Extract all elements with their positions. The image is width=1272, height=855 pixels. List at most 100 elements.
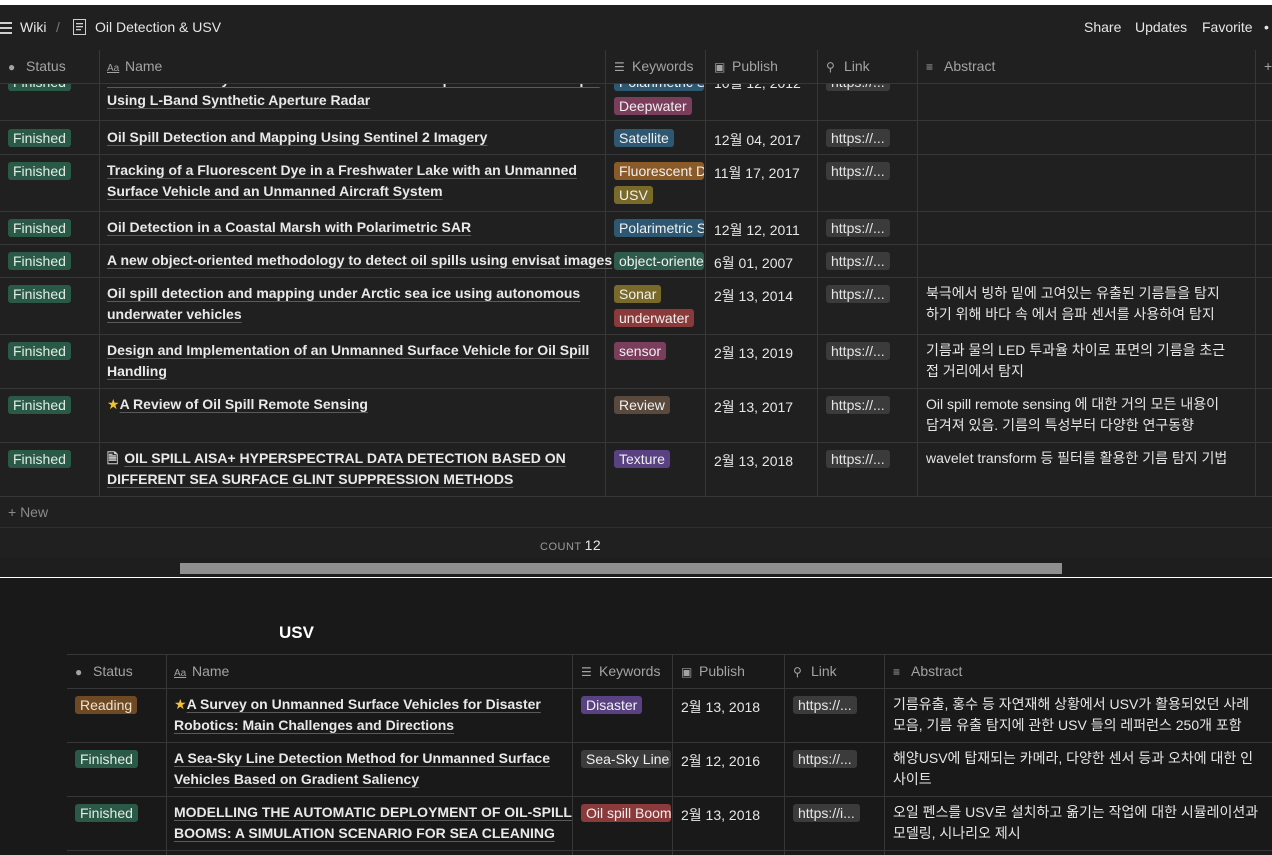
link-value[interactable]: https://i... xyxy=(793,804,860,822)
status-badge[interactable]: Finished xyxy=(8,219,71,237)
column-header-name[interactable]: Aa Name xyxy=(107,58,162,74)
keyword-tag[interactable]: sensor xyxy=(614,342,667,360)
link-value[interactable]: https://... xyxy=(793,696,857,714)
breadcrumb-separator: / xyxy=(56,19,60,35)
link-value[interactable]: https://... xyxy=(826,450,890,468)
link-value[interactable]: https://... xyxy=(826,129,890,147)
keyword-tag[interactable]: Texture xyxy=(614,450,670,468)
new-row-button[interactable]: + New xyxy=(0,497,1272,528)
add-column-button[interactable]: + xyxy=(1264,58,1272,74)
link-value[interactable]: https://... xyxy=(793,750,857,768)
keyword-tag[interactable]: underwater xyxy=(614,309,695,327)
status-badge[interactable]: Finished xyxy=(8,162,71,180)
table-row[interactable]: Finished Oil Detection in a Coastal Mars… xyxy=(0,211,1272,245)
link-value[interactable]: https://... xyxy=(826,342,890,360)
star-icon: ★ xyxy=(174,696,187,712)
favorite-button[interactable]: Favorite xyxy=(1202,19,1253,35)
keyword-tag[interactable]: Polarimetric S xyxy=(614,219,704,237)
column-header-status[interactable]: ● Status xyxy=(75,663,133,679)
breadcrumb-page-title[interactable]: Oil Detection & USV xyxy=(95,19,221,35)
row-name[interactable]: Oil Detection in a Coastal Marsh with Po… xyxy=(107,217,471,238)
abstract-text: 오일 펜스를 USV로 설치하고 옮기는 작업에 대한 시뮬레이션과 모델링, 시… xyxy=(893,804,1259,841)
status-badge[interactable]: Finished xyxy=(8,342,71,360)
column-header-status[interactable]: ● Status xyxy=(8,58,66,74)
column-header-publish[interactable]: ▣ Publish xyxy=(681,663,745,679)
column-header-link[interactable]: ⚲ Link xyxy=(826,58,870,74)
publish-date: 11월 17, 2017 xyxy=(714,165,800,181)
status-icon: ● xyxy=(8,60,16,74)
row-name[interactable]: Oil Spill Detection and Mapping Using Se… xyxy=(107,127,487,148)
row-name[interactable]: MODELLING THE AUTOMATIC DEPLOYMENT OF OI… xyxy=(174,802,572,844)
status-badge[interactable]: Finished xyxy=(8,129,71,147)
link-icon: ⚲ xyxy=(826,60,835,74)
table-row[interactable]: Reading ★A Survey on Unmanned Surface Ve… xyxy=(67,688,1272,743)
table-row[interactable]: Finished Tracking of a Fluorescent Dye i… xyxy=(0,154,1272,212)
keyword-tag[interactable]: Fluorescent D xyxy=(614,162,704,180)
keyword-tag[interactable]: Sonar xyxy=(614,285,662,303)
link-value[interactable]: https://... xyxy=(826,285,890,303)
row-name[interactable]: A Sea-Sky Line Detection Method for Unma… xyxy=(174,748,550,790)
column-header-publish[interactable]: ▣ Publish xyxy=(714,58,778,74)
row-name[interactable]: A new object-oriented methodology to det… xyxy=(107,250,612,271)
keyword-tag[interactable]: Oil spill Boom xyxy=(581,804,671,822)
breadcrumb-wiki[interactable]: Wiki xyxy=(20,19,46,35)
link-value[interactable]: https://... xyxy=(826,252,890,270)
row-name[interactable]: ★A Review of Oil Spill Remote Sensing xyxy=(107,394,368,415)
status-badge[interactable]: Finished xyxy=(75,750,138,768)
list-icon: ☰ xyxy=(581,665,592,679)
text-icon: Aa xyxy=(174,668,187,679)
link-value[interactable]: https://... xyxy=(826,162,890,180)
top-bar: Wiki / Oil Detection & USV Share Updates… xyxy=(0,5,1272,50)
row-name[interactable]: Oil spill detection and mapping under Ar… xyxy=(107,283,580,325)
keyword-tag[interactable]: Sea-Sky Line D xyxy=(581,750,671,768)
status-badge[interactable]: Finished xyxy=(8,285,71,303)
publish-date: 2월 13, 2014 xyxy=(714,288,794,304)
table-row[interactable]: Finished MODELLING THE AUTOMATIC DEPLOYM… xyxy=(67,796,1272,851)
row-name[interactable]: 🗎 OIL SPILL AISA+ HYPERSPECTRAL DATA DETE… xyxy=(107,448,566,490)
column-header-keywords[interactable]: ☰ Keywords xyxy=(581,663,660,679)
publish-date: 6월 01, 2007 xyxy=(714,255,794,271)
status-icon: ● xyxy=(75,665,83,679)
column-header-abstract[interactable]: ≡ Abstract xyxy=(926,58,995,74)
share-button[interactable]: Share xyxy=(1084,19,1121,35)
keyword-tag[interactable]: object-oriente xyxy=(614,252,704,270)
keyword-tag[interactable]: Deepwater xyxy=(614,97,692,115)
column-header-abstract[interactable]: ≡ Abstract xyxy=(893,663,962,679)
publish-date: 2월 13, 2018 xyxy=(681,699,761,715)
table-row[interactable]: Finished 🗎 OIL SPILL AISA+ HYPERSPECTRAL … xyxy=(0,442,1272,497)
table-row[interactable]: Finished ★A Review of Oil Spill Remote S… xyxy=(0,388,1272,443)
scrollbar-thumb[interactable] xyxy=(180,563,1062,574)
more-button[interactable]: • xyxy=(1264,19,1269,35)
status-badge[interactable]: Reading xyxy=(75,696,138,714)
table-row[interactable]: Finished Oil spill detection and mapping… xyxy=(0,277,1272,335)
row-name[interactable]: ★A Survey on Unmanned Surface Vehicles f… xyxy=(174,694,541,736)
list-icon: ☰ xyxy=(614,60,625,74)
status-badge[interactable]: Finished xyxy=(8,252,71,270)
status-badge[interactable]: Finished xyxy=(8,396,71,414)
row-name[interactable]: Design and Implementation of an Unmanned… xyxy=(107,340,589,382)
table-row[interactable]: Finished Design and Implementation of an… xyxy=(0,334,1272,389)
horizontal-scrollbar[interactable] xyxy=(0,557,1272,577)
abstract-text: 해양USV에 탑재되는 카메라, 다양한 센서 등과 오차에 대한 인 사이트 xyxy=(893,750,1254,787)
row-name[interactable]: Tracking of a Fluorescent Dye in a Fresh… xyxy=(107,160,577,202)
status-badge[interactable]: Finished xyxy=(75,804,138,822)
updates-button[interactable]: Updates xyxy=(1135,19,1187,35)
table-row[interactable]: Finished A new object-oriented methodolo… xyxy=(0,244,1272,278)
abstract-text: 기름유출, 홍수 등 자연재해 상황에서 USV가 활용되었던 사례 모음, 기름… xyxy=(893,696,1250,733)
link-value[interactable]: https://... xyxy=(826,396,890,414)
status-badge[interactable]: Finished xyxy=(8,450,71,468)
keyword-tag[interactable]: Disaster xyxy=(581,696,643,714)
link-value[interactable]: https://... xyxy=(826,219,890,237)
publish-date: 2월 12, 2016 xyxy=(681,753,761,769)
abstract-text: Oil spill remote sensing 에 대한 거의 모든 내용이 담… xyxy=(926,396,1219,433)
calendar-icon: ▣ xyxy=(714,60,726,74)
publish-date: 2월 13, 2018 xyxy=(681,807,761,823)
table-row[interactable]: Finished Oil Spill Detection and Mapping… xyxy=(0,121,1272,155)
table-row[interactable]: Finished A Sea-Sky Line Detection Method… xyxy=(67,742,1272,797)
keyword-tag[interactable]: Satellite xyxy=(614,129,674,147)
column-header-link[interactable]: ⚲ Link xyxy=(793,663,837,679)
column-header-name[interactable]: Aa Name xyxy=(174,663,229,679)
keyword-tag[interactable]: USV xyxy=(614,186,653,204)
column-header-keywords[interactable]: ☰ Keywords xyxy=(614,58,693,74)
keyword-tag[interactable]: Review xyxy=(614,396,670,414)
